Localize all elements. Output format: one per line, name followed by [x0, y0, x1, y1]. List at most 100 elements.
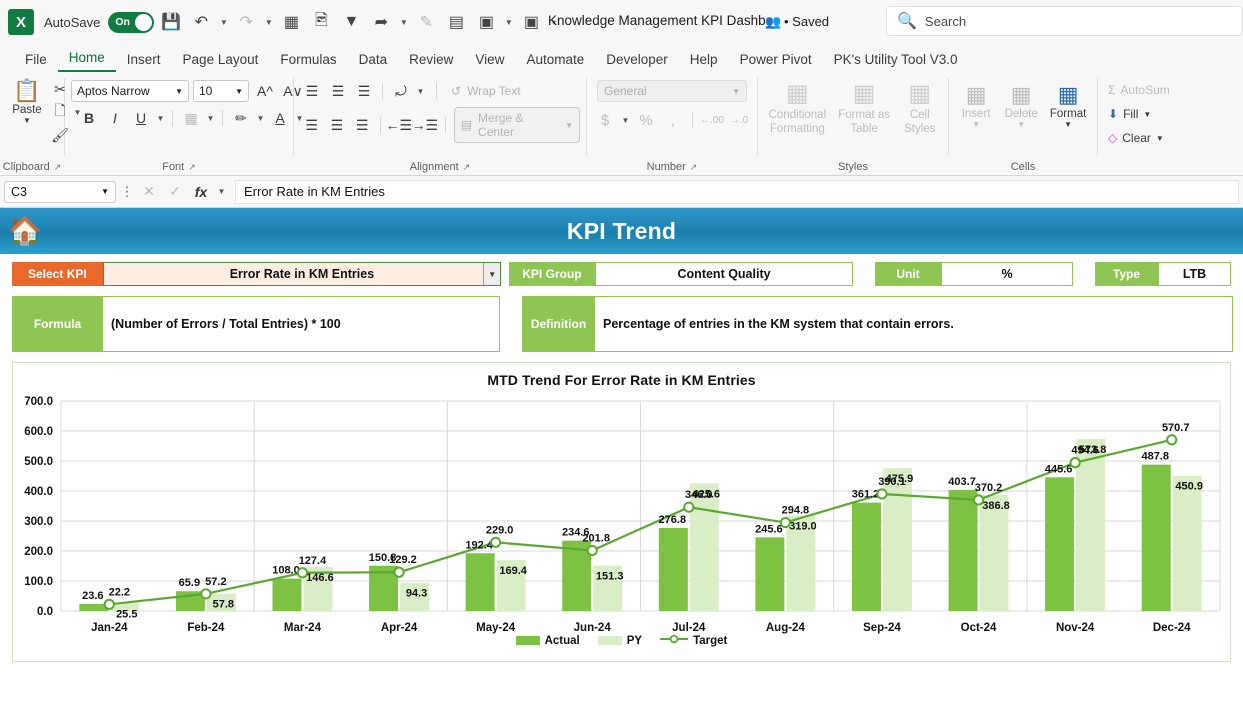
currency-button[interactable]: $: [593, 109, 617, 131]
increase-font-size-button[interactable]: A^: [253, 80, 277, 102]
italic-button[interactable]: I: [103, 107, 127, 129]
table-icon[interactable]: ▦: [278, 9, 304, 35]
bold-button[interactable]: B: [77, 107, 101, 129]
calculate-icon[interactable]: ▣: [473, 9, 499, 35]
search-input[interactable]: 🔍 Search: [886, 6, 1243, 36]
save-icon[interactable]: 💾: [158, 9, 184, 35]
tab-formulas[interactable]: Formulas: [269, 50, 347, 72]
font-color-icon[interactable]: A: [268, 107, 292, 129]
document-title[interactable]: Knowledge Management KPI Dashb...: [548, 13, 777, 28]
format-as-table-button[interactable]: ▦ Format as Table: [831, 80, 898, 136]
home-icon[interactable]: 🏠: [8, 214, 42, 248]
chevron-down-icon[interactable]: ▼: [483, 263, 500, 285]
tab-review[interactable]: Review: [398, 50, 464, 72]
picture-icon[interactable]: 🖻: [308, 9, 334, 35]
format-cells-button[interactable]: ▦ Format ▼: [1045, 80, 1091, 131]
autosave-toggle[interactable]: On: [108, 12, 154, 33]
legend-item-target[interactable]: Target: [660, 634, 727, 647]
font-size-select[interactable]: 10 ▼: [193, 80, 249, 102]
percent-button[interactable]: %: [634, 109, 658, 131]
font-name-select[interactable]: Aptos Narrow ▼: [71, 80, 189, 102]
tab-power-pivot[interactable]: Power Pivot: [729, 50, 823, 72]
redo-dropdown-icon[interactable]: ▼: [263, 18, 274, 27]
tab-data[interactable]: Data: [348, 50, 399, 72]
clear-dropdown-icon[interactable]: ▼: [1156, 134, 1164, 143]
share-export-icon[interactable]: ➦: [368, 9, 394, 35]
tab-help[interactable]: Help: [679, 50, 729, 72]
tab-view[interactable]: View: [464, 50, 515, 72]
wrap-text-button[interactable]: ↺ Wrap Text: [447, 81, 525, 101]
calculate-dropdown-icon[interactable]: ▼: [503, 18, 514, 27]
align-right-button[interactable]: ☰: [351, 114, 374, 136]
fill-dropdown-icon[interactable]: ▼: [1143, 110, 1151, 119]
align-bottom-button[interactable]: ☰: [352, 80, 376, 102]
fill-color-dropdown-icon[interactable]: ▼: [255, 114, 266, 123]
share-people-icon[interactable]: 👥: [765, 14, 781, 30]
filter-icon[interactable]: ▼: [338, 9, 364, 35]
merge-center-button[interactable]: ▤ Merge & Center ▼: [454, 107, 580, 143]
select-kpi-dropdown[interactable]: Error Rate in KM Entries ▼: [103, 262, 501, 286]
paste-dropdown-icon[interactable]: ▼: [23, 116, 31, 125]
tab-page-layout[interactable]: Page Layout: [172, 50, 270, 72]
orientation-dropdown-icon[interactable]: ▼: [415, 87, 426, 96]
calculate-sheet-icon[interactable]: ▣: [518, 9, 544, 35]
fill-button[interactable]: ⬇ Fill ▼: [1104, 105, 1155, 123]
align-center-button[interactable]: ☰: [325, 114, 348, 136]
undo-icon[interactable]: ↶: [188, 9, 214, 35]
borders-dropdown-icon[interactable]: ▼: [205, 114, 216, 123]
align-left-button[interactable]: ☰: [300, 114, 323, 136]
formula-bar-options-icon[interactable]: ⋮: [120, 184, 134, 200]
orientation-icon[interactable]: ⤾: [389, 80, 413, 102]
spelling-icon[interactable]: ✎: [413, 9, 439, 35]
undo-dropdown-icon[interactable]: ▼: [218, 18, 229, 27]
cell-styles-button[interactable]: ▦ Cell Styles: [898, 80, 943, 136]
merge-center-icon: ▤: [461, 118, 472, 132]
tab-automate[interactable]: Automate: [515, 50, 595, 72]
align-middle-button[interactable]: ☰: [326, 80, 350, 102]
tab-pk-utility-tool[interactable]: PK's Utility Tool V3.0: [823, 50, 969, 72]
insert-dropdown-icon[interactable]: ▼: [972, 120, 980, 129]
merge-dropdown-icon[interactable]: ▼: [565, 121, 573, 130]
increase-indent-button[interactable]: →☰: [413, 114, 437, 136]
currency-dropdown-icon[interactable]: ▼: [620, 116, 631, 125]
underline-dropdown-icon[interactable]: ▼: [155, 114, 166, 123]
borders-icon[interactable]: ▦: [179, 107, 203, 129]
decrease-decimal-button[interactable]: →.0: [727, 109, 751, 131]
number-format-select[interactable]: General ▼: [597, 80, 747, 102]
underline-button[interactable]: U: [129, 107, 153, 129]
saved-status[interactable]: • Saved: [784, 14, 829, 29]
redo-icon[interactable]: ↷: [233, 9, 259, 35]
check-icon[interactable]: ✓: [164, 183, 186, 200]
cancel-icon[interactable]: ✕: [138, 183, 160, 200]
tab-home[interactable]: Home: [58, 48, 116, 72]
tab-developer[interactable]: Developer: [595, 50, 679, 72]
number-dialog-launcher[interactable]: ↗: [690, 159, 698, 175]
formula-input[interactable]: Error Rate in KM Entries: [235, 180, 1239, 204]
increase-decimal-button[interactable]: ←.00: [700, 109, 724, 131]
alignment-dialog-launcher[interactable]: ↗: [463, 159, 471, 175]
formula-expand-icon[interactable]: ▼: [216, 187, 227, 196]
name-box[interactable]: C3 ▼: [4, 181, 116, 203]
format-dropdown-icon[interactable]: ▼: [1064, 120, 1072, 129]
tab-insert[interactable]: Insert: [116, 50, 172, 72]
align-top-button[interactable]: ☰: [300, 80, 324, 102]
clear-button[interactable]: ◇ Clear ▼: [1104, 129, 1168, 147]
insert-cells-button[interactable]: ▦ Insert ▼: [955, 80, 997, 131]
legend-item-py[interactable]: PY: [598, 635, 642, 647]
autosum-button[interactable]: Σ AutoSum: [1104, 81, 1174, 99]
legend-item-actual[interactable]: Actual: [516, 635, 580, 647]
decrease-indent-button[interactable]: ←☰: [387, 114, 411, 136]
fx-icon[interactable]: fx: [190, 184, 212, 200]
format-cells-icon: ▦: [1058, 82, 1079, 108]
comma-button[interactable]: ,: [661, 109, 685, 131]
fill-color-icon[interactable]: ✏: [229, 107, 253, 129]
conditional-formatting-button[interactable]: ▦ Conditional Formatting: [764, 80, 831, 136]
share-dropdown-icon[interactable]: ▼: [398, 18, 409, 27]
delete-dropdown-icon[interactable]: ▼: [1017, 120, 1025, 129]
delete-cells-button[interactable]: ▦ Delete ▼: [999, 80, 1043, 131]
clipboard-dialog-launcher[interactable]: ↗: [54, 159, 62, 175]
tab-file[interactable]: File: [14, 50, 58, 72]
sheet-icon[interactable]: ▤: [443, 9, 469, 35]
paste-button[interactable]: 📋 Paste ▼: [6, 76, 48, 127]
font-dialog-launcher[interactable]: ↗: [188, 159, 196, 175]
